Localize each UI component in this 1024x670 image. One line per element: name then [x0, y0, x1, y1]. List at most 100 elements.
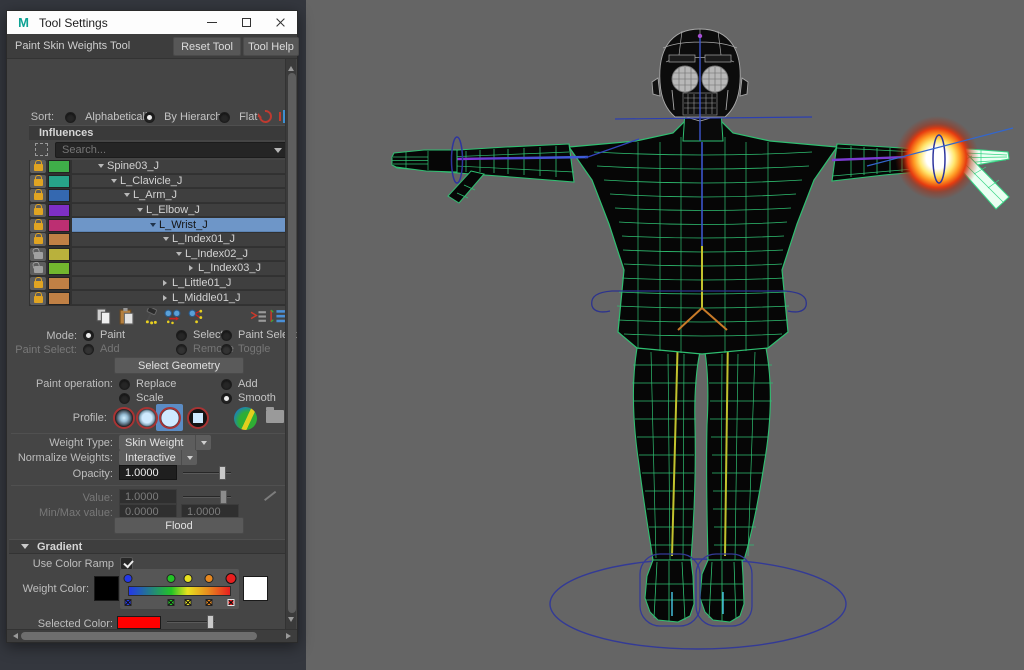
ramp-stop-marker[interactable] — [124, 599, 132, 606]
browse-brush-folder-icon[interactable] — [266, 407, 284, 423]
weight-type-dropdown[interactable]: Skin Weight — [119, 435, 211, 450]
reset-tool-button[interactable]: Reset Tool — [173, 37, 241, 56]
opacity-field[interactable] — [119, 465, 177, 480]
value-pencil-icon[interactable] — [262, 490, 275, 503]
value-field[interactable] — [119, 489, 177, 504]
radio-icon[interactable] — [176, 343, 187, 355]
brush-soft-icon[interactable] — [136, 406, 158, 429]
lock-icon[interactable] — [30, 218, 46, 232]
ramp-stop-handle[interactable] — [166, 574, 176, 583]
value-slider[interactable] — [183, 490, 231, 504]
scroll-up-icon[interactable] — [288, 63, 294, 71]
radio-icon[interactable] — [83, 343, 94, 355]
hammer-weights-icon[interactable] — [141, 308, 158, 325]
vertical-scroll-thumb[interactable] — [287, 73, 296, 613]
expand-arrow-icon[interactable] — [163, 294, 170, 301]
paste-weights-icon[interactable] — [118, 308, 135, 325]
influences-header[interactable]: Influences — [29, 125, 291, 140]
influence-color-swatch[interactable] — [48, 247, 70, 261]
gradient-section-header[interactable]: Gradient — [9, 539, 295, 554]
filter-scope-icon[interactable] — [35, 143, 48, 156]
selected-color-swatch[interactable] — [117, 616, 161, 629]
paint-select-toggle-radio[interactable]: Toggle — [221, 343, 270, 355]
influence-color-swatch[interactable] — [48, 189, 70, 203]
influence-row[interactable]: L_Index02_J — [29, 247, 291, 262]
radio-icon[interactable] — [119, 378, 130, 390]
show-influenced-list-icon[interactable] — [250, 308, 267, 325]
influence-row[interactable]: L_Clavicle_J — [29, 174, 291, 189]
normalize-weights-dropdown[interactable]: Interactive — [119, 450, 197, 465]
dropdown-arrow-icon[interactable] — [181, 450, 197, 465]
lock-icon[interactable] — [30, 262, 46, 276]
radio-icon[interactable] — [221, 343, 232, 355]
collapse-arrow-icon[interactable] — [21, 544, 29, 553]
influence-color-swatch[interactable] — [48, 160, 70, 174]
ramp-stop-marker[interactable] — [227, 599, 235, 606]
vertical-scrollbar[interactable] — [285, 59, 296, 629]
expand-arrow-icon[interactable] — [124, 193, 130, 200]
opacity-slider[interactable] — [183, 466, 231, 480]
influence-row[interactable]: L_Arm_J — [29, 189, 291, 203]
selected-color-slider[interactable] — [167, 615, 215, 629]
influence-color-swatch[interactable] — [48, 233, 70, 247]
slider-handle[interactable] — [219, 466, 226, 480]
influence-color-swatch[interactable] — [48, 262, 70, 276]
influence-row-selected[interactable]: L_Wrist_J — [29, 218, 291, 232]
ramp-stop-handle[interactable] — [225, 573, 237, 584]
select-geometry-button[interactable]: Select Geometry — [114, 357, 244, 374]
copy-weights-icon[interactable] — [95, 308, 112, 325]
horizontal-scrollbar[interactable] — [7, 629, 297, 642]
mode-select-radio[interactable]: Select — [176, 329, 224, 341]
dropdown-arrow-icon[interactable] — [195, 435, 211, 450]
lock-icon[interactable] — [30, 174, 46, 188]
lock-icon[interactable] — [30, 291, 46, 305]
radio-icon[interactable] — [219, 111, 230, 123]
flood-button[interactable]: Flood — [114, 517, 244, 534]
move-weights-icon[interactable] — [164, 308, 181, 325]
brush-solid-icon[interactable] — [158, 406, 181, 429]
influence-color-swatch[interactable] — [48, 174, 70, 188]
swap-weights-icon[interactable] — [187, 308, 204, 325]
influence-row[interactable]: L_Little01_J — [29, 276, 291, 291]
radio-icon[interactable] — [221, 329, 232, 341]
sort-by-hierarchy-radio[interactable]: By Hierarchy — [144, 111, 227, 123]
expand-arrow-icon[interactable] — [176, 251, 182, 259]
expand-arrow-icon[interactable] — [163, 237, 169, 244]
radio-icon[interactable] — [144, 111, 155, 123]
weight-color-swatch[interactable] — [94, 576, 119, 601]
scroll-right-icon[interactable] — [286, 633, 294, 639]
expand-arrow-icon[interactable] — [111, 178, 117, 186]
radio-icon[interactable] — [119, 392, 130, 404]
scroll-left-icon[interactable] — [10, 633, 18, 639]
operation-add-radio[interactable]: Add — [221, 378, 258, 390]
ramp-stop-marker[interactable] — [184, 599, 192, 606]
scroll-down-icon[interactable] — [288, 617, 294, 625]
maximize-button[interactable] — [229, 11, 263, 34]
expand-arrow-icon[interactable] — [98, 164, 104, 171]
tool-help-button[interactable]: Tool Help — [243, 37, 299, 56]
brush-square-icon[interactable] — [187, 406, 209, 429]
ramp-stop-marker[interactable] — [167, 599, 175, 606]
radio-icon[interactable] — [65, 111, 76, 123]
brush-gaussian-icon[interactable] — [113, 406, 135, 429]
influence-row[interactable]: Spine03_J — [29, 160, 291, 174]
influence-row[interactable]: L_Index03_J — [29, 262, 291, 276]
expand-arrow-icon[interactable] — [189, 265, 196, 272]
lock-icon[interactable] — [30, 233, 46, 247]
mode-paint-radio[interactable]: Paint — [83, 329, 125, 341]
search-input[interactable] — [55, 142, 287, 158]
influence-color-swatch[interactable] — [48, 204, 70, 218]
paint-select-add-radio[interactable]: Add — [83, 343, 120, 355]
slider-handle[interactable] — [220, 490, 227, 504]
ramp-end-color-swatch[interactable] — [243, 576, 268, 601]
lock-icon[interactable] — [30, 277, 46, 291]
influence-row[interactable]: L_Elbow_J — [29, 203, 291, 218]
influence-row[interactable]: L_Index01_J — [29, 233, 291, 247]
influence-row[interactable]: L_Middle01_J — [29, 291, 291, 305]
window-titlebar[interactable]: M Tool Settings — [7, 11, 297, 34]
show-all-list-icon[interactable] — [269, 308, 286, 325]
ramp-stop-handle[interactable] — [183, 574, 193, 583]
influence-color-swatch[interactable] — [48, 218, 70, 232]
radio-icon[interactable] — [176, 329, 187, 341]
refresh-influences-icon[interactable] — [256, 107, 275, 126]
